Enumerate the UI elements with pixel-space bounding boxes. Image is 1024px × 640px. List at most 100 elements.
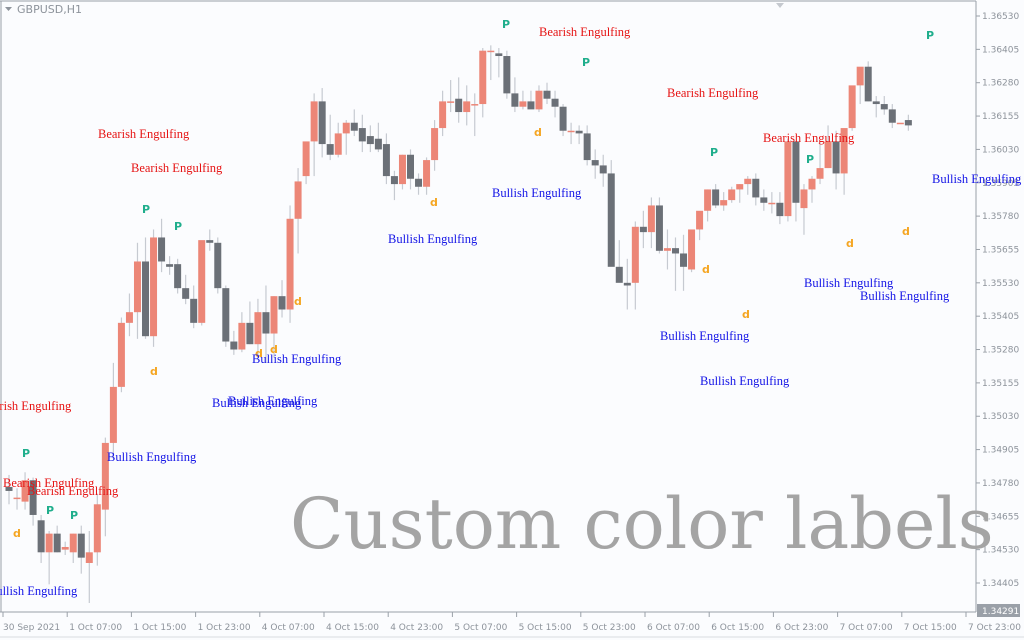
candle[interactable] [688,229,696,273]
candle-body [358,128,366,142]
candle[interactable] [784,138,792,222]
candle-body [495,53,503,57]
price-tick-label: 1.34905 [982,446,1019,456]
candle-body [896,122,904,125]
candle-body [647,205,655,233]
candle-body [318,101,326,145]
candle[interactable] [655,197,663,254]
candle-body [688,229,696,270]
symbol-title: GBPUSD,H1 [17,3,82,16]
candle-body [238,322,246,350]
candle-body [278,296,286,310]
candle-body [117,322,125,387]
candle-body [856,66,864,86]
candle-body [374,138,382,150]
time-tick-label: 1 Oct 23:00 [198,623,251,633]
bullish-hand-marker-icon: d [294,295,302,308]
candle-body [904,120,912,126]
price-tick-label: 1.35780 [982,212,1019,222]
candle-body [583,133,591,161]
candle-body [37,520,45,553]
candle[interactable] [150,229,158,347]
candle-body [736,184,744,190]
candle-body [342,122,350,134]
bullish-engulfing-label: Bullish Engulfing [660,329,750,343]
price-tick-label: 1.36155 [982,112,1019,122]
bullish-hand-marker-icon: d [742,308,750,321]
candle[interactable] [607,160,615,267]
candle-body [535,90,543,110]
candle-body [527,101,535,110]
candle-body [567,130,575,133]
candle-body [206,240,214,243]
candle-body [366,136,374,145]
candle-body [591,160,599,166]
candle[interactable] [503,50,511,99]
current-price-value: 1.34291 [982,607,1019,617]
candle-body [407,154,414,179]
bearish-hand-marker-icon: P [502,18,510,31]
candle-body [599,165,607,174]
candle-body [150,237,158,337]
time-tick-label: 6 Oct 15:00 [711,623,764,633]
bearish-engulfing-label: Bearish Engulfing [0,399,72,413]
candle-body [382,144,390,177]
candle-body [864,66,872,102]
candle[interactable] [848,85,856,131]
candle-body [559,106,567,131]
price-tick-label: 1.35155 [982,379,1019,389]
candle[interactable] [198,240,206,326]
candle[interactable] [286,205,294,323]
price-tick-label: 1.36530 [982,12,1019,22]
price-tick-label: 1.36405 [982,45,1019,55]
candle-body [125,312,133,323]
candle-body [53,533,61,553]
candle[interactable] [222,285,230,347]
candle-body [639,226,647,233]
bearish-engulfing-label: Bearish Engulfing [667,86,759,100]
candle[interactable] [896,122,904,125]
bullish-engulfing-label: Bullish Engulfing [252,352,342,366]
chart-canvas[interactable]: 1.365301.364051.362801.361551.360301.359… [0,0,1024,640]
bearish-engulfing-label: Bearish Engulfing [27,484,119,498]
candle-body [174,264,182,289]
candle-body [880,104,888,110]
candle-body [543,90,551,99]
bearish-hand-marker-icon: P [806,153,814,166]
candle-body [671,248,679,254]
bullish-engulfing-label: Bullish Engulfing [107,450,197,464]
candle-body [631,226,639,283]
candle-body [808,178,816,190]
candle-body [334,133,342,155]
candle-body [230,341,238,350]
candle-body [61,546,69,550]
candle-body [776,202,784,217]
candle-body [142,261,150,337]
candle-body [760,197,768,203]
candle-body [350,122,358,131]
candle[interactable] [117,317,125,393]
candle[interactable] [214,237,222,294]
bullish-hand-marker-icon: d [430,196,438,209]
candle-body [607,173,615,267]
candle-body [463,101,471,113]
candle-body [77,533,85,558]
candle-body [447,101,455,103]
time-tick-label: 6 Oct 07:00 [647,623,700,633]
price-tick-label: 1.34405 [982,579,1019,589]
candle[interactable] [864,61,872,102]
candle-body [832,141,840,174]
candle-body [655,205,663,251]
candle-body [663,248,671,251]
candle-body [423,160,431,187]
price-tick-label: 1.35530 [982,279,1019,289]
bullish-engulfing-label: Bullish Engulfing [388,232,478,246]
candle-body [398,154,406,185]
candle-body [824,141,832,169]
bearish-engulfing-label: Bearish Engulfing [131,161,223,175]
time-tick-label: 4 Oct 15:00 [326,623,379,633]
candle-body [190,298,198,323]
time-tick-label: 4 Oct 23:00 [390,623,443,633]
bullish-hand-marker-icon: d [150,365,158,378]
candle-body [744,178,752,185]
